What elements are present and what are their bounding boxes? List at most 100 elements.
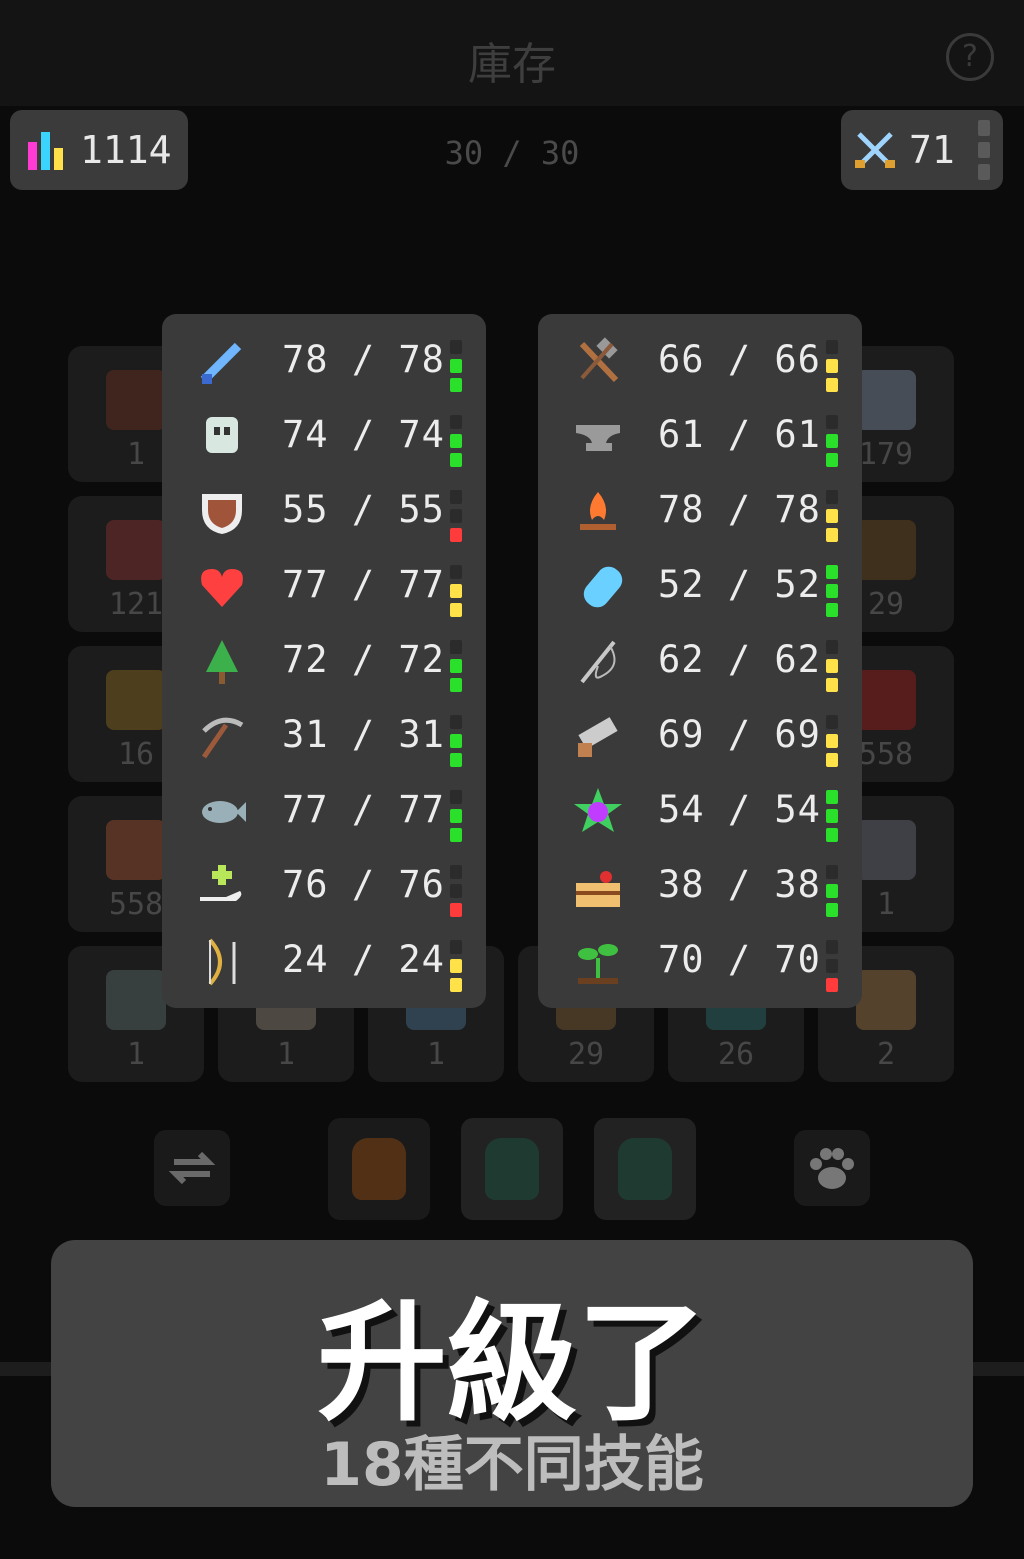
skill-row-mining[interactable]: 31 / 31	[162, 699, 486, 774]
skill-row-carpentry[interactable]: 69 / 69	[538, 699, 862, 774]
progress-segment	[450, 903, 462, 917]
bag-slot-1[interactable]	[328, 1118, 430, 1220]
skill-row-smithing[interactable]: 61 / 61	[538, 399, 862, 474]
skill-level-text: 69 / 69	[658, 713, 821, 756]
helmet-icon	[196, 411, 248, 463]
progress-segment	[450, 678, 462, 692]
skill-row-fishing[interactable]: 77 / 77	[162, 774, 486, 849]
progress-segment	[826, 753, 838, 767]
item-count: 2	[876, 1037, 896, 1072]
sword-icon	[196, 336, 248, 388]
skill-row-tailoring[interactable]: 62 / 62	[538, 624, 862, 699]
skill-progress-indicator	[450, 940, 462, 1004]
skill-row-baking[interactable]: 38 / 38	[538, 849, 862, 924]
fish-icon	[196, 786, 248, 838]
progress-segment	[826, 378, 838, 392]
skill-row-archery[interactable]: 24 / 24	[162, 924, 486, 999]
progress-segment	[826, 528, 838, 542]
skill-level-text: 72 / 72	[282, 638, 445, 681]
item-icon	[856, 370, 916, 430]
progress-segment	[450, 340, 462, 354]
progress-segment	[450, 809, 462, 823]
campfire-icon	[572, 486, 624, 538]
skill-row-crafting[interactable]: 66 / 66	[538, 324, 862, 399]
bag-slot-3[interactable]	[594, 1118, 696, 1220]
skill-level-text: 78 / 78	[658, 488, 821, 531]
bag-icon	[485, 1138, 539, 1200]
skill-level-text: 38 / 38	[658, 863, 821, 906]
skill-progress-indicator	[450, 790, 462, 854]
skill-row-farming[interactable]: 70 / 70	[538, 924, 862, 999]
item-icon	[106, 520, 166, 580]
skill-level-text: 78 / 78	[282, 338, 445, 381]
item-count: 1	[426, 1037, 446, 1072]
progress-segment	[826, 828, 838, 842]
skill-row-alchemy[interactable]: 52 / 52	[538, 549, 862, 624]
progress-segment	[826, 603, 838, 617]
pet-button[interactable]	[794, 1130, 870, 1206]
skill-row-sword[interactable]: 78 / 78	[162, 324, 486, 399]
progress-segment	[450, 978, 462, 992]
progress-segment	[826, 565, 838, 579]
progress-segment	[450, 734, 462, 748]
progress-segment	[450, 528, 462, 542]
skill-level-text: 66 / 66	[658, 338, 821, 381]
bag-slot-2[interactable]	[461, 1118, 563, 1220]
top-bar: 庫存 ?	[0, 0, 1024, 106]
item-icon	[106, 970, 166, 1030]
progress-segment	[826, 809, 838, 823]
progress-segment	[826, 884, 838, 898]
pickaxe-icon	[196, 711, 248, 763]
progress-segment	[826, 640, 838, 654]
item-count: 26	[717, 1037, 755, 1072]
item-icon	[856, 970, 916, 1030]
progress-segment	[826, 340, 838, 354]
progress-segment	[826, 359, 838, 373]
skill-row-magic[interactable]: 54 / 54	[538, 774, 862, 849]
skill-progress-indicator	[826, 565, 838, 629]
paw-icon	[810, 1148, 854, 1189]
skill-level-text: 31 / 31	[282, 713, 445, 756]
item-count: 1	[126, 1037, 146, 1072]
skill-progress-indicator	[826, 490, 838, 554]
skill-row-healing[interactable]: 76 / 76	[162, 849, 486, 924]
skill-progress-indicator	[826, 340, 838, 404]
progress-segment	[450, 659, 462, 673]
skill-row-cooking[interactable]: 78 / 78	[538, 474, 862, 549]
item-icon	[856, 670, 916, 730]
skill-level-text: 77 / 77	[282, 563, 445, 606]
progress-segment	[450, 509, 462, 523]
help-icon[interactable]: ?	[946, 33, 994, 81]
progress-segment	[450, 359, 462, 373]
skill-progress-indicator	[826, 865, 838, 929]
progress-segment	[826, 509, 838, 523]
progress-segment	[450, 753, 462, 767]
skill-row-health[interactable]: 77 / 77	[162, 549, 486, 624]
heart-icon	[196, 561, 248, 613]
skill-progress-indicator	[450, 565, 462, 629]
combat-level-chip[interactable]: 71	[841, 110, 1003, 190]
skill-progress-indicator	[450, 340, 462, 404]
progress-segment	[450, 790, 462, 804]
item-icon	[856, 820, 916, 880]
progress-segment	[826, 584, 838, 598]
item-icon	[106, 370, 166, 430]
skill-level-text: 77 / 77	[282, 788, 445, 831]
progress-segment	[450, 884, 462, 898]
saw-icon	[572, 711, 624, 763]
skill-level-text: 55 / 55	[282, 488, 445, 531]
healing-hand-icon	[196, 861, 248, 913]
skill-progress-indicator	[826, 715, 838, 779]
skill-row-woodcutting[interactable]: 72 / 72	[162, 624, 486, 699]
crossed-swords-icon	[855, 132, 895, 168]
progress-segment	[826, 434, 838, 448]
skill-row-defense[interactable]: 74 / 74	[162, 399, 486, 474]
more-menu-icon[interactable]	[978, 120, 990, 186]
skill-row-shield[interactable]: 55 / 55	[162, 474, 486, 549]
progress-segment	[826, 490, 838, 504]
progress-segment	[450, 603, 462, 617]
skill-progress-indicator	[450, 415, 462, 479]
swap-button[interactable]	[154, 1130, 230, 1206]
skills-panel-right: 66 / 66 61 / 61 78 / 78 52 / 52 62 / 62 69 / …	[538, 314, 862, 1008]
combat-level-value: 71	[909, 128, 955, 172]
